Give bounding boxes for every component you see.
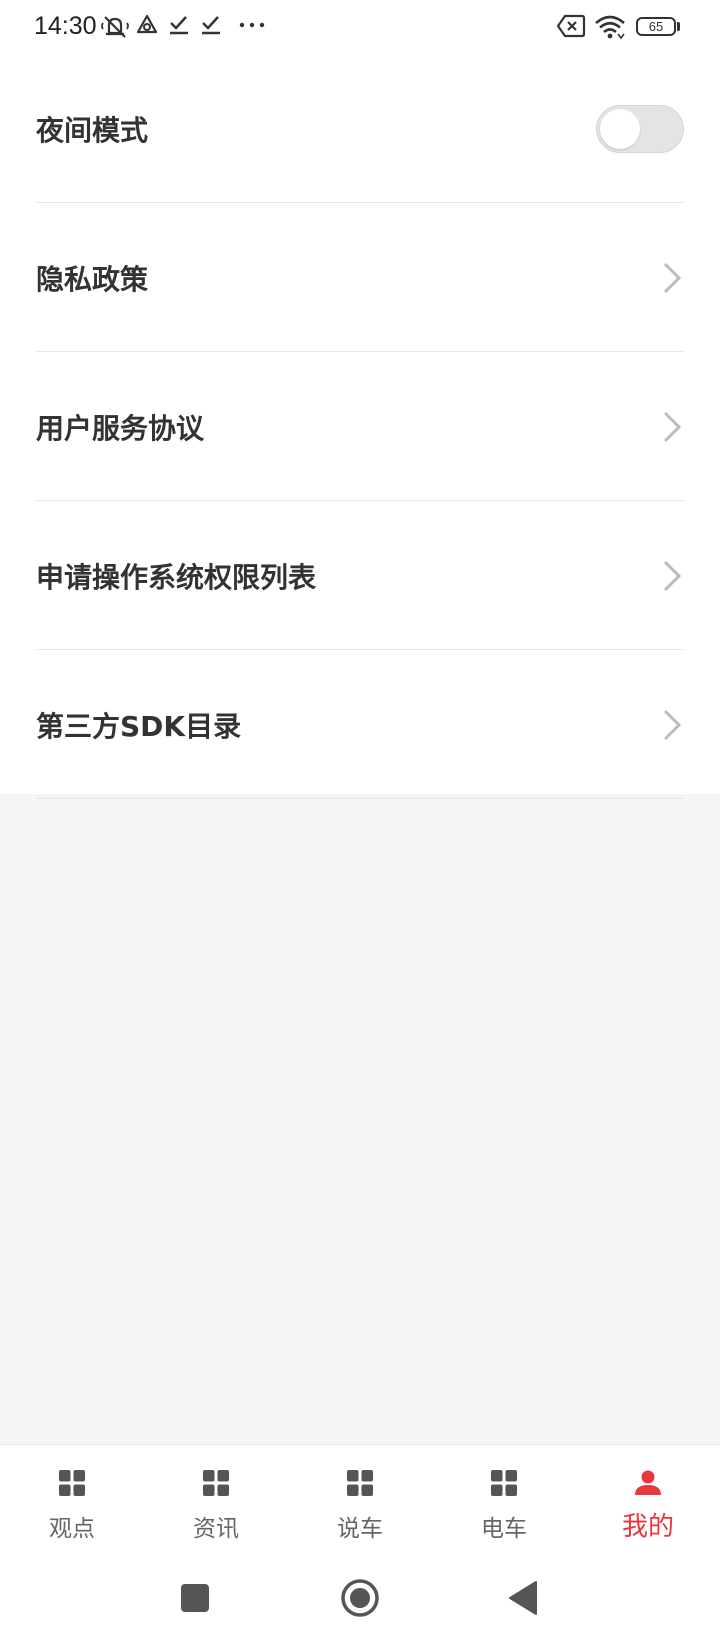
tab-wode[interactable]: 我的 [576,1445,720,1553]
chevron-right-icon [663,262,682,293]
toggle-knob [600,108,640,149]
tab-shuoche[interactable]: 说车 [288,1445,432,1553]
grid-icon [203,1470,229,1496]
settings-row-user-agreement[interactable]: 用户服务协议 [0,352,720,501]
privacy-policy-label: 隐私政策 [36,262,149,296]
tab-label: 我的 [621,1512,674,1542]
check-icon [170,16,188,35]
settings-row-permission-list[interactable]: 申请操作系统权限列表 [0,501,720,650]
status-time: 14:30 [34,12,97,40]
sync-icon [136,14,158,34]
sdk-list-label: 第三方SDK目录 [36,709,242,743]
system-nav-bar [0,1552,720,1650]
recent-apps-icon[interactable] [181,1584,209,1612]
night-mode-toggle[interactable] [596,104,684,153]
sim-error-icon [556,14,586,38]
grid-icon [347,1470,373,1496]
settings-row-sdk-list[interactable]: 第三方SDK目录 [0,650,720,799]
divider [36,798,684,799]
bottom-tab-bar: 观点 资讯 说车 电车 我的 [0,1444,720,1553]
mute-icon [101,16,129,38]
grid-icon [59,1470,85,1496]
settings-row-night-mode: 夜间模式 [0,54,720,203]
chevron-right-icon [663,411,682,442]
battery-level: 65 [648,19,664,34]
tab-label: 说车 [337,1516,383,1542]
status-bar: 14:30 65 [0,0,720,54]
wifi-icon [595,15,625,40]
battery-tip [677,22,680,31]
battery-icon: 65 [636,17,676,36]
settings-list: 夜间模式 隐私政策 用户服务协议 申请操作系统权限列表 第三方SDK目录 [0,54,720,799]
settings-row-privacy-policy[interactable]: 隐私政策 [0,203,720,352]
person-icon [635,1470,661,1495]
back-icon[interactable] [508,1580,538,1616]
tab-label: 电车 [481,1516,527,1542]
chevron-right-icon [663,709,682,740]
check-icon [202,16,220,35]
night-mode-label: 夜间模式 [36,113,149,147]
permission-list-label: 申请操作系统权限列表 [36,560,317,594]
tab-guandian[interactable]: 观点 [0,1445,144,1553]
tab-dianche[interactable]: 电车 [432,1445,576,1553]
user-agreement-label: 用户服务协议 [36,411,205,445]
grid-icon [491,1470,517,1496]
tab-label: 资讯 [193,1516,239,1542]
chevron-right-icon [663,560,682,591]
tab-zixun[interactable]: 资讯 [144,1445,288,1553]
tab-label: 观点 [49,1516,95,1542]
more-dots-icon [239,22,265,28]
home-icon[interactable] [340,1578,380,1618]
